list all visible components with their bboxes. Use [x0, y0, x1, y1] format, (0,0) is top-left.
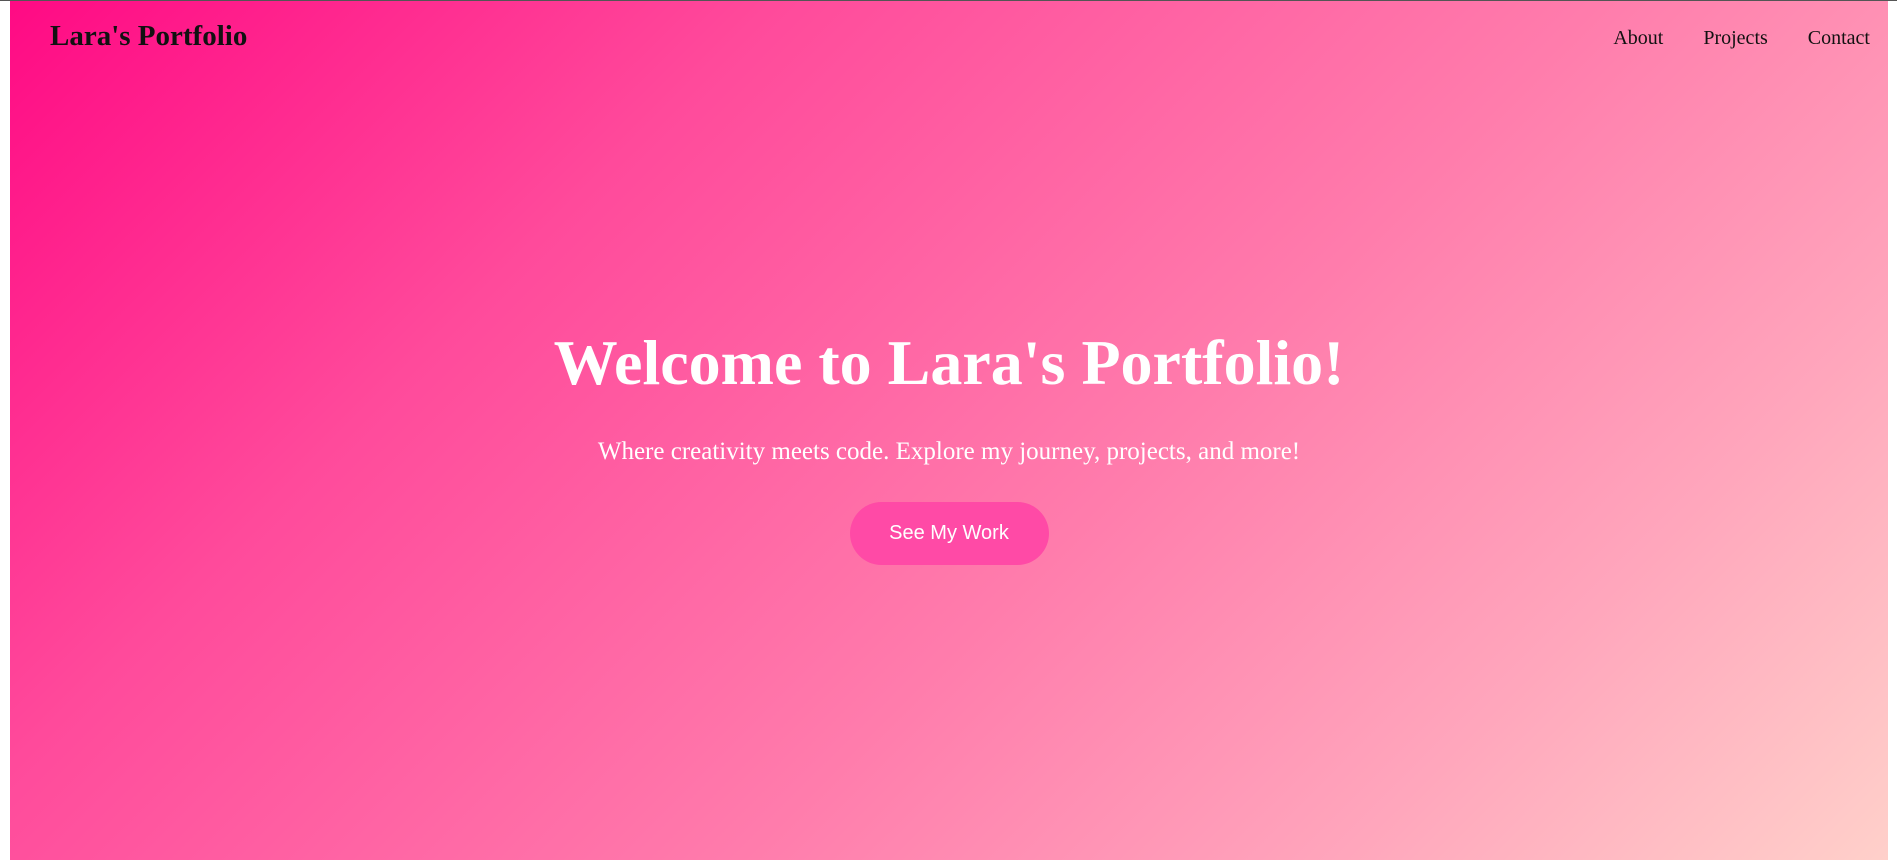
site-brand[interactable]: Lara's Portfolio	[50, 20, 247, 53]
nav-links: About Projects Contact	[1613, 27, 1870, 50]
nav-link-contact[interactable]: Contact	[1808, 27, 1870, 50]
navbar: Lara's Portfolio About Projects Contact	[10, 1, 1888, 77]
nav-link-about[interactable]: About	[1613, 27, 1663, 50]
nav-link-projects[interactable]: Projects	[1703, 27, 1767, 50]
page: Lara's Portfolio About Projects Contact …	[0, 0, 1897, 867]
hero-title: Welcome to Lara's Portfolio!	[553, 327, 1345, 398]
page-bottom-area	[0, 860, 1897, 867]
hero-content: Welcome to Lara's Portfolio! Where creat…	[10, 323, 1888, 565]
hero-subtitle: Where creativity meets code. Explore my …	[597, 438, 1301, 465]
see-my-work-button[interactable]: See My Work	[849, 502, 1049, 565]
hero-section: Lara's Portfolio About Projects Contact …	[10, 1, 1888, 860]
